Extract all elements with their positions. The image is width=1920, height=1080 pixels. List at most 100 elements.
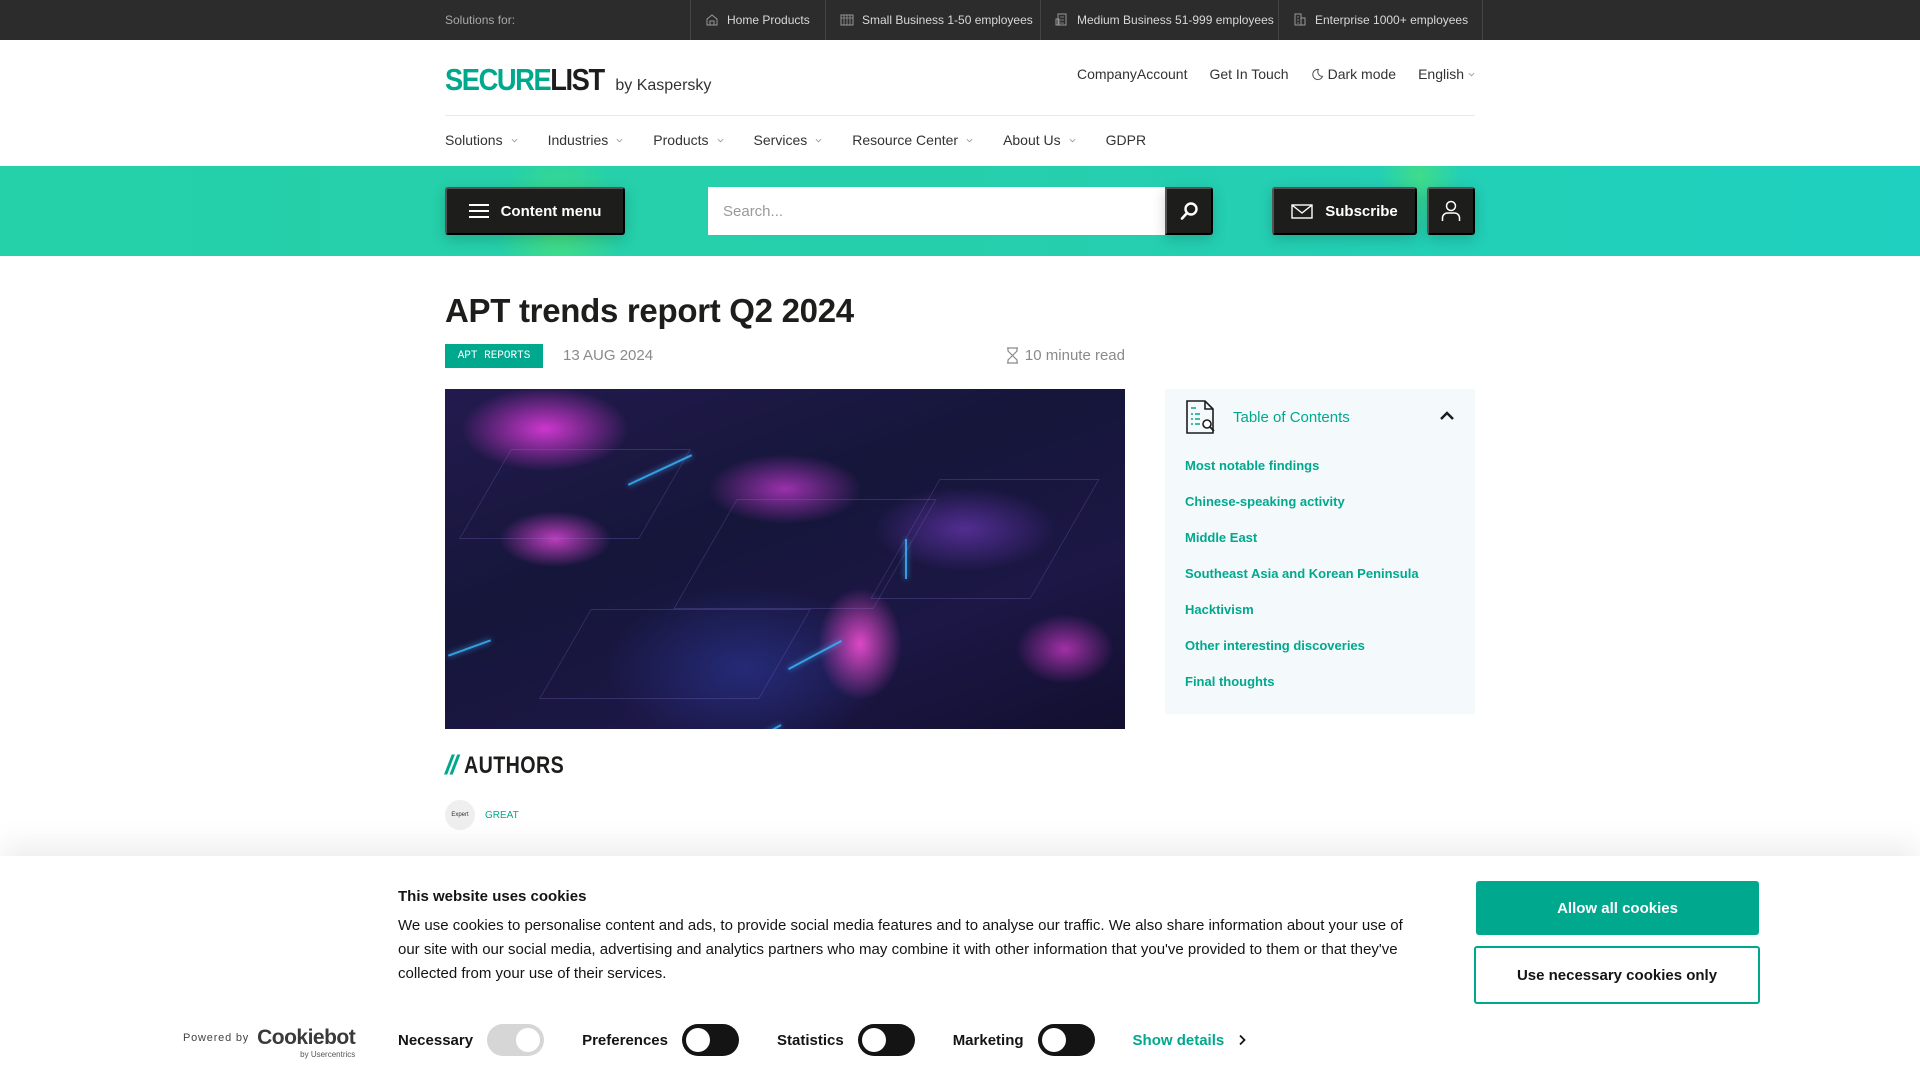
nav-services[interactable]: Services: [754, 128, 823, 152]
toc-title: Table of Contents: [1233, 408, 1350, 426]
necessary-switch[interactable]: [487, 1024, 545, 1056]
topbar-small-business[interactable]: Small Business 1-50 employees: [825, 0, 1047, 40]
hamburger-icon: [468, 204, 489, 218]
chevron-down-icon: [616, 138, 623, 142]
powered-by-label: Powered by: [183, 1032, 250, 1044]
chevron-down-icon: [1069, 138, 1076, 142]
utility-nav: CompanyAccount Get In Touch Dark mode En…: [1077, 66, 1475, 82]
marketing-switch[interactable]: [1037, 1024, 1095, 1056]
subscribe-button[interactable]: Subscribe: [1272, 187, 1417, 235]
toc-list: Most notable findings Chinese-speaking a…: [1185, 456, 1419, 708]
cookie-consent-banner: This website uses cookies We use cookies…: [0, 856, 1920, 1080]
nav-label: GDPR: [1105, 132, 1147, 148]
chevron-down-icon: [717, 138, 723, 142]
cookiebot-wordmark: Cookiebot: [257, 1026, 356, 1049]
nav-about-us[interactable]: About Us: [1003, 128, 1076, 152]
dark-mode-toggle[interactable]: Dark mode: [1311, 66, 1396, 82]
cookiebot-logo[interactable]: Powered by Cookiebot by Usercentrics: [183, 1026, 356, 1059]
authors-title: AUTHORS: [464, 751, 565, 779]
toc-item[interactable]: Southeast Asia and Korean Peninsula: [1185, 564, 1419, 600]
toc-item[interactable]: Hacktivism: [1185, 600, 1419, 636]
cookie-title: This website uses cookies: [398, 888, 587, 905]
topbar-item-label: Enterprise 1000+ employees: [1315, 13, 1469, 27]
nav-industries[interactable]: Industries: [548, 128, 624, 152]
preferences-switch[interactable]: [681, 1024, 739, 1056]
nav-gdpr[interactable]: GDPR: [1106, 128, 1146, 152]
toc-header[interactable]: Table of Contents: [1185, 399, 1350, 435]
main-nav: Solutions Industries Products Services R…: [445, 128, 1146, 152]
solutions-for-label: Solutions for:: [445, 13, 516, 27]
search-input[interactable]: [708, 187, 1165, 235]
read-time-label: 10 minute read: [1024, 347, 1125, 364]
toggle-preferences: Preferences: [582, 1024, 739, 1056]
logo-wordmark: SECURELIST: [445, 62, 605, 98]
logo-secure: SECURE: [445, 62, 552, 97]
moon-icon: [1311, 68, 1323, 80]
toc-item[interactable]: Final thoughts: [1185, 672, 1419, 708]
hourglass-icon: [1006, 347, 1018, 364]
solutions-topbar: Solutions for: Home Products Small Busin…: [0, 0, 1920, 40]
nav-solutions[interactable]: Solutions: [445, 128, 518, 152]
chevron-up-icon[interactable]: [1439, 409, 1455, 421]
header-divider: [445, 115, 1475, 116]
nav-label: Services: [753, 132, 808, 148]
search-button[interactable]: [1165, 187, 1213, 235]
medium-building-icon: [1055, 13, 1067, 26]
securelist-logo[interactable]: SECURELIST by Kaspersky: [445, 62, 711, 98]
nav-label: Products: [653, 132, 709, 148]
topbar-enterprise[interactable]: Enterprise 1000+ employees: [1278, 0, 1484, 40]
subscribe-label: Subscribe: [1325, 202, 1398, 220]
get-in-touch-link[interactable]: Get In Touch: [1209, 66, 1288, 82]
chevron-down-icon: [966, 138, 973, 142]
language-select[interactable]: English: [1418, 66, 1475, 82]
author-name: GREAT: [485, 809, 519, 821]
toggle-label: Marketing: [952, 1031, 1024, 1049]
article-hero-image: [445, 389, 1125, 729]
necessary-cookies-only-button[interactable]: Use necessary cookies only: [1474, 946, 1760, 1004]
allow-all-cookies-button[interactable]: Allow all cookies: [1476, 881, 1759, 935]
avatar: Expert: [445, 800, 475, 830]
article-date: 13 AUG 2024: [563, 347, 654, 364]
statistics-switch[interactable]: [857, 1024, 915, 1056]
hero-light-trace: [788, 640, 842, 670]
toggle-label: Necessary: [398, 1031, 474, 1049]
hero-light-trace: [448, 639, 491, 657]
topbar-home-products[interactable]: Home Products: [690, 0, 824, 40]
toc-item[interactable]: Middle East: [1185, 528, 1419, 564]
account-button[interactable]: [1427, 187, 1475, 235]
company-account-link[interactable]: CompanyAccount: [1077, 66, 1188, 82]
logo-by-kaspersky: by Kaspersky: [615, 77, 712, 94]
topbar-item-label: Small Business 1-50 employees: [862, 13, 1033, 27]
topbar-medium-business[interactable]: Medium Business 51-999 employees: [1040, 0, 1288, 40]
chevron-right-icon: [1239, 1034, 1247, 1046]
hero-circuit-block: [459, 449, 691, 539]
chevron-down-icon: [1468, 72, 1475, 76]
show-details-link[interactable]: Show details: [1133, 1032, 1247, 1049]
article-title: APT trends report Q2 2024: [445, 292, 854, 329]
toc-item[interactable]: Chinese-speaking activity: [1185, 492, 1419, 528]
hero-light-trace: [728, 724, 782, 729]
toggle-label: Preferences: [582, 1031, 668, 1049]
chevron-down-icon: [815, 138, 822, 142]
search-icon: [1180, 202, 1198, 220]
toc-item[interactable]: Other interesting discoveries: [1185, 636, 1419, 672]
nav-label: Solutions: [445, 132, 503, 148]
toggle-label: Statistics: [776, 1031, 844, 1049]
content-menu-button[interactable]: Content menu: [445, 187, 625, 235]
heading-slashes: //: [445, 750, 458, 780]
nav-label: Industries: [547, 132, 609, 148]
mail-icon: [1291, 203, 1313, 219]
nav-resource-center[interactable]: Resource Center: [852, 128, 973, 152]
read-time: 10 minute read: [1006, 347, 1125, 364]
nav-label: Resource Center: [852, 132, 959, 148]
author-item[interactable]: Expert GREAT: [445, 800, 519, 830]
nav-products[interactable]: Products: [653, 128, 723, 152]
topbar-item-label: Medium Business 51-999 employees: [1077, 13, 1274, 27]
toc-item[interactable]: Most notable findings: [1185, 456, 1419, 492]
hero-light-trace: [905, 539, 907, 579]
category-tag[interactable]: APT REPORTS: [445, 344, 543, 368]
user-icon: [1441, 200, 1461, 221]
show-details-label: Show details: [1132, 1031, 1225, 1049]
hero-circuit-block: [539, 609, 811, 699]
topbar-item-label: Home Products: [727, 13, 810, 27]
